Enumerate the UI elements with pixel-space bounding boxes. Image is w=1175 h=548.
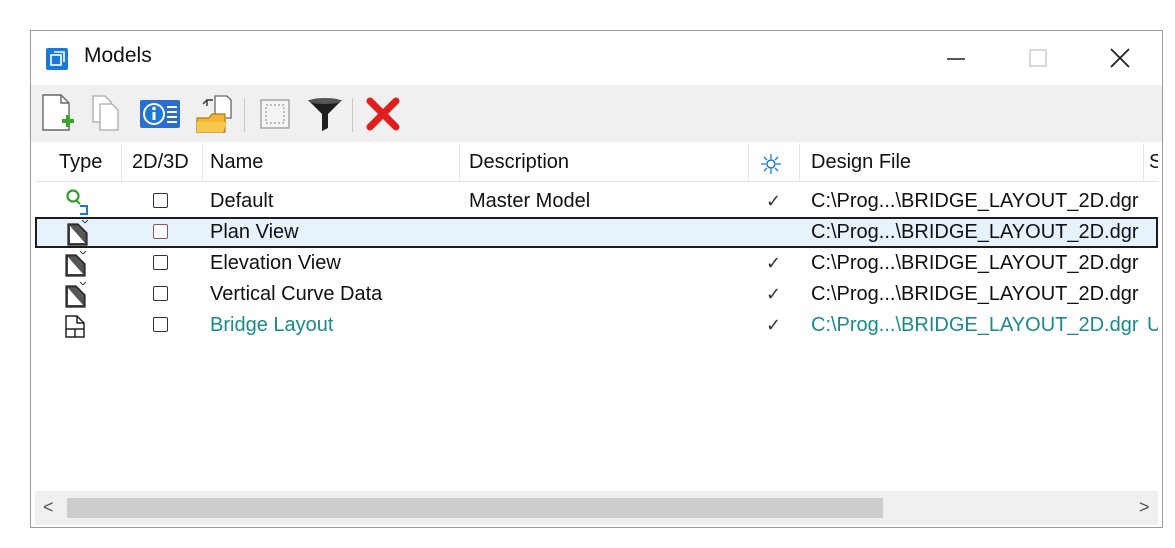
new-model-button[interactable] [35, 92, 79, 136]
model-row[interactable]: Vertical Curve Data ✓ C:\Prog...\BRIDGE_… [35, 279, 1158, 310]
model-row[interactable]: Bridge Layout ✓ C:\Prog...\BRIDGE_LAYOUT… [35, 310, 1158, 341]
extra-cell: U [1147, 314, 1158, 336]
default-model-icon [63, 188, 93, 219]
select-icon [260, 99, 290, 129]
2d3d-checkbox[interactable] [153, 255, 168, 270]
delete-button[interactable] [361, 92, 405, 136]
scroll-left-arrow[interactable]: < [43, 497, 54, 518]
close-icon [1110, 48, 1130, 68]
model-row[interactable]: Elevation View ✓ C:\Prog...\BRIDGE_LAYOU… [35, 248, 1158, 279]
drawing-model-icon [63, 312, 89, 343]
model-properties-icon [140, 100, 180, 128]
active-check-icon: ✓ [766, 315, 782, 335]
active-model-icon [761, 154, 781, 174]
column-header-extra[interactable]: S [1149, 143, 1158, 181]
toolbar-separator [352, 98, 353, 132]
design-file-path: C:\Prog...\BRIDGE_LAYOUT_2D.dgr [811, 190, 1139, 212]
column-header-row: Type 2D/3D Name Description Design File … [35, 143, 1158, 182]
model-row-selected[interactable]: Plan View C:\Prog...\BRIDGE_LAYOUT_2D.dg… [35, 217, 1158, 248]
2d3d-checkbox[interactable] [153, 193, 168, 208]
sheet-model-icon [63, 250, 89, 281]
filter-button[interactable] [303, 92, 347, 136]
title-bar: Models [31, 31, 1162, 85]
active-check-icon: ✓ [766, 191, 782, 211]
scroll-right-arrow[interactable]: > [1139, 497, 1150, 518]
copy-model-button[interactable] [83, 92, 127, 136]
window-title: Models [84, 44, 152, 67]
import-model-icon [196, 95, 232, 133]
column-divider[interactable] [799, 143, 800, 181]
models-window: Models Type 2D/3D Name Description Desig… [30, 30, 1163, 528]
column-divider[interactable] [202, 143, 203, 181]
new-model-icon [42, 94, 74, 131]
column-divider[interactable] [459, 143, 460, 181]
copy-model-icon [92, 95, 119, 131]
column-header-type[interactable]: Type [59, 143, 102, 181]
column-header-name[interactable]: Name [210, 143, 263, 181]
model-row[interactable]: Default Master Model ✓ C:\Prog...\BRIDGE… [35, 186, 1158, 217]
2d3d-checkbox[interactable] [153, 317, 168, 332]
active-check-icon: ✓ [766, 284, 782, 304]
models-list: Type 2D/3D Name Description Design File … [35, 143, 1158, 491]
close-button[interactable] [1097, 31, 1143, 85]
maximize-button[interactable] [1015, 31, 1061, 85]
models-window-icon [46, 48, 68, 70]
model-properties-button[interactable] [138, 92, 182, 136]
sheet-model-icon [65, 219, 91, 250]
column-divider[interactable] [121, 143, 122, 181]
design-file-path: C:\Prog...\BRIDGE_LAYOUT_2D.dgr [811, 252, 1139, 274]
column-header-active[interactable] [760, 153, 782, 174]
column-header-2d3d[interactable]: 2D/3D [132, 143, 189, 181]
column-header-design-file[interactable]: Design File [811, 143, 911, 181]
column-divider[interactable] [1143, 143, 1144, 181]
design-file-path: C:\Prog...\BRIDGE_LAYOUT_2D.dgr [811, 314, 1139, 336]
select-button[interactable] [253, 92, 297, 136]
active-check-icon: ✓ [766, 253, 782, 273]
2d3d-checkbox[interactable] [153, 286, 168, 301]
model-name: Vertical Curve Data [210, 283, 383, 305]
2d3d-checkbox[interactable] [153, 224, 168, 239]
column-divider[interactable] [748, 143, 749, 181]
sheet-model-icon [63, 281, 89, 312]
maximize-icon [1029, 49, 1047, 67]
delete-icon [366, 97, 400, 131]
model-description: Master Model [469, 190, 591, 212]
horizontal-scrollbar[interactable]: < > [35, 491, 1158, 525]
minimize-icon [947, 58, 965, 60]
model-name: Elevation View [210, 252, 341, 274]
toolbar [31, 85, 1162, 191]
model-name: Default [210, 190, 274, 212]
filter-icon [308, 98, 342, 131]
design-file-path: C:\Prog...\BRIDGE_LAYOUT_2D.dgr [811, 221, 1139, 243]
model-name: Plan View [210, 221, 299, 243]
design-file-path: C:\Prog...\BRIDGE_LAYOUT_2D.dgr [811, 283, 1139, 305]
scrollbar-thumb[interactable] [67, 498, 883, 518]
import-model-button[interactable] [193, 92, 237, 136]
minimize-button[interactable] [933, 31, 979, 85]
toolbar-separator [244, 98, 245, 132]
column-header-description[interactable]: Description [469, 143, 569, 181]
model-name: Bridge Layout [210, 314, 334, 336]
